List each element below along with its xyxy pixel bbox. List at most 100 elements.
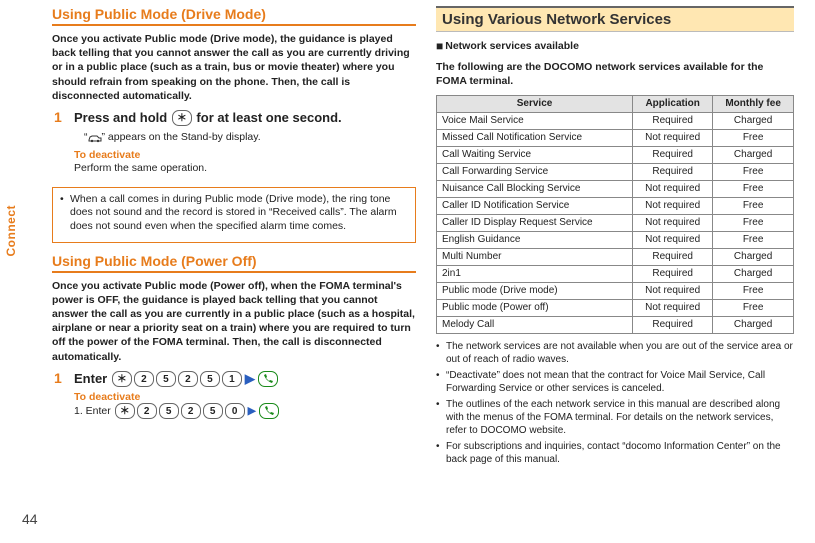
note-text: “Deactivate” does not mean that the cont… [446,369,794,395]
drive-note-bullet: • When a call comes in during Public mod… [60,193,408,234]
cell-fee: Free [713,299,794,316]
col-monthly-fee: Monthly fee [713,95,794,112]
intro-drive-mode: Once you activate Public mode (Drive mod… [52,32,416,103]
sub-heading: Network services available [445,40,579,52]
car-icon [88,133,102,143]
cell-service: Public mode (Power off) [437,299,633,316]
key-0: 0 [225,403,245,419]
page-number: 44 [22,511,38,527]
cell-app: Required [633,248,713,265]
note-item: •For subscriptions and inquiries, contac… [436,440,794,466]
quote-close: ” appears on the Stand-by display. [102,131,261,143]
table-row: Caller ID Notification ServiceNot requir… [437,197,794,214]
enter-label: Enter [74,371,107,386]
cell-app: Not required [633,197,713,214]
sub-heading-row: ■Network services available [436,38,794,54]
cell-service: Missed Call Notification Service [437,129,633,146]
page: Connect 44 Using Public Mode (Drive Mode… [0,0,815,543]
services-table: Service Application Monthly fee Voice Ma… [436,95,794,334]
cell-fee: Free [713,129,794,146]
cell-service: 2in1 [437,265,633,282]
deactivate-sequence: 1. Enter ＊25250▶ [74,403,416,419]
cell-service: Public mode (Drive mode) [437,282,633,299]
cell-fee: Charged [713,265,794,282]
step-number: 1 [54,109,66,181]
cell-app: Required [633,163,713,180]
key-star: ＊ [115,403,135,419]
drive-note-text: When a call comes in during Public mode … [70,193,408,234]
heading-drive-mode: Using Public Mode (Drive Mode) [52,6,416,26]
key-star: ＊ [112,371,132,387]
cell-fee: Free [713,231,794,248]
note-text: The outlines of the each network service… [446,398,794,437]
key-5: 5 [159,403,179,419]
drive-note-box: • When a call comes in during Public mod… [52,187,416,243]
bullet-dot: • [436,340,442,366]
table-row: Call Waiting ServiceRequiredCharged [437,146,794,163]
table-row: Multi NumberRequiredCharged [437,248,794,265]
key-star: ＊ [172,110,192,126]
cell-app: Required [633,112,713,129]
note-text: The network services are not available w… [446,340,794,366]
bullet-dot: • [60,193,66,234]
table-row: Melody CallRequiredCharged [437,316,794,333]
key-call [258,371,278,387]
square-bullet-icon: ■ [436,39,443,53]
key-2: 2 [134,371,154,387]
cell-fee: Free [713,214,794,231]
table-row: Nuisance Call Blocking ServiceNot requir… [437,180,794,197]
drive-step-1: 1 Press and hold ＊ for at least one seco… [54,109,416,181]
deactivate-label: To deactivate [74,391,416,403]
bullet-dot: • [436,369,442,395]
cell-service: Melody Call [437,316,633,333]
table-row: English GuidanceNot requiredFree [437,231,794,248]
key-2: 2 [137,403,157,419]
cell-app: Not required [633,299,713,316]
cell-fee: Charged [713,146,794,163]
cell-app: Not required [633,180,713,197]
step-body: Enter ＊25251▶ To deactivate 1. Enter ＊25… [74,370,416,426]
bullet-dot: • [436,440,442,466]
key-2: 2 [181,403,201,419]
poweroff-enter-row: Enter ＊25251▶ [74,370,416,388]
table-row: Call Forwarding ServiceRequiredFree [437,163,794,180]
note-item: •The network services are not available … [436,340,794,366]
sequence-arrow-icon: ▶ [248,405,256,417]
cell-app: Required [633,265,713,282]
cell-app: Not required [633,282,713,299]
left-column: Using Public Mode (Drive Mode) Once you … [42,0,426,543]
heading-power-off: Using Public Mode (Power Off) [52,253,416,273]
poweroff-step-1: 1 Enter ＊25251▶ To deactivate 1. Enter ＊… [54,370,416,426]
cell-fee: Free [713,282,794,299]
cell-app: Not required [633,214,713,231]
key-1: 1 [222,371,242,387]
col-application: Application [633,95,713,112]
cell-service: English Guidance [437,231,633,248]
cell-fee: Charged [713,112,794,129]
note-item: •The outlines of the each network servic… [436,398,794,437]
cell-app: Required [633,146,713,163]
heading-network-services: Using Various Network Services [436,6,794,32]
cell-fee: Charged [713,248,794,265]
standby-note: “” appears on the Stand-by display. [84,130,416,144]
table-row: Public mode (Drive mode)Not requiredFree [437,282,794,299]
table-row: Caller ID Display Request ServiceNot req… [437,214,794,231]
note-text: For subscriptions and inquiries, contact… [446,440,794,466]
cell-service: Voice Mail Service [437,112,633,129]
table-notes: •The network services are not available … [436,340,794,466]
step-number: 1 [54,370,66,426]
cell-fee: Charged [713,316,794,333]
cell-service: Caller ID Display Request Service [437,214,633,231]
table-row: Public mode (Power off)Not requiredFree [437,299,794,316]
key-5: 5 [156,371,176,387]
step-text-a: Press and hold [74,110,171,125]
table-header-row: Service Application Monthly fee [437,95,794,112]
cell-fee: Free [713,180,794,197]
key-5: 5 [203,403,223,419]
deactivate-label: To deactivate [74,149,416,161]
sequence-arrow-icon: ▶ [245,371,255,386]
services-intro: The following are the DOCOMO network ser… [436,60,794,88]
key-call [259,403,279,419]
key-2: 2 [178,371,198,387]
right-column: Using Various Network Services ■Network … [426,0,804,543]
